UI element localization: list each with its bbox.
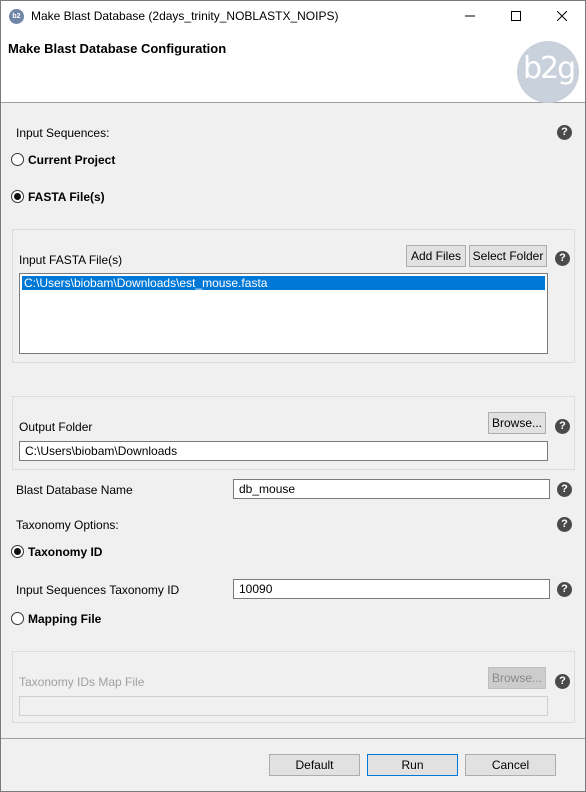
list-item[interactable]: C:\Users\biobam\Downloads\est_mouse.fast…: [22, 276, 545, 290]
seq-taxonomy-id-field[interactable]: 10090: [233, 579, 550, 599]
map-file-label: Taxonomy IDs Map File: [19, 675, 145, 689]
page-title: Make Blast Database Configuration: [8, 41, 227, 56]
maximize-button[interactable]: [493, 1, 539, 31]
fasta-files-radio[interactable]: [11, 190, 24, 203]
header-banner: Make Blast Database Configuration b2g: [1, 31, 585, 103]
minimize-button[interactable]: [447, 1, 493, 31]
input-sequences-label: Input Sequences:: [16, 126, 110, 140]
default-button[interactable]: Default: [269, 754, 360, 776]
taxonomy-id-label[interactable]: Taxonomy ID: [28, 545, 102, 559]
taxonomy-id-radio[interactable]: [11, 545, 24, 558]
cancel-button[interactable]: Cancel: [465, 754, 556, 776]
map-browse-button[interactable]: Browse...: [488, 667, 546, 689]
seq-taxonomy-id-help-icon[interactable]: ?: [557, 582, 572, 597]
fasta-files-label[interactable]: FASTA File(s): [28, 190, 105, 204]
blast-db-name-label: Blast Database Name: [16, 483, 133, 497]
title-bar[interactable]: b2 Make Blast Database (2days_trinity_NO…: [1, 1, 585, 31]
minimize-icon: [465, 15, 475, 17]
add-files-button[interactable]: Add Files: [406, 245, 466, 267]
blast-db-name-field[interactable]: db_mouse: [233, 479, 550, 499]
taxonomy-options-label: Taxonomy Options:: [16, 518, 119, 532]
blast-db-name-help-icon[interactable]: ?: [557, 482, 572, 497]
mapping-file-label[interactable]: Mapping File: [28, 612, 101, 626]
logo-text: b2g: [523, 51, 576, 86]
output-folder-label: Output Folder: [19, 420, 93, 434]
footer-divider: [1, 738, 585, 739]
seq-taxonomy-id-label: Input Sequences Taxonomy ID: [16, 583, 180, 597]
output-folder-help-icon[interactable]: ?: [555, 419, 570, 434]
current-project-radio[interactable]: [11, 153, 24, 166]
fasta-files-help-icon[interactable]: ?: [555, 251, 570, 266]
current-project-label[interactable]: Current Project: [28, 153, 115, 167]
map-file-help-icon[interactable]: ?: [555, 674, 570, 689]
run-button[interactable]: Run: [367, 754, 458, 776]
dialog-window: b2 Make Blast Database (2days_trinity_NO…: [0, 0, 586, 792]
output-folder-field[interactable]: C:\Users\biobam\Downloads: [19, 441, 548, 461]
map-file-field[interactable]: [19, 696, 548, 716]
select-folder-button[interactable]: Select Folder: [469, 245, 547, 267]
fasta-file-list[interactable]: C:\Users\biobam\Downloads\est_mouse.fast…: [19, 273, 548, 354]
input-fasta-label: Input FASTA File(s): [19, 253, 123, 267]
maximize-icon: [511, 11, 521, 21]
close-button[interactable]: [539, 1, 585, 31]
mapping-file-radio[interactable]: [11, 612, 24, 625]
output-browse-button[interactable]: Browse...: [488, 412, 546, 434]
b2g-logo: b2g: [517, 41, 579, 103]
taxonomy-options-help-icon[interactable]: ?: [557, 517, 572, 532]
b2g-app-icon: b2: [9, 9, 24, 24]
close-icon: [557, 11, 567, 21]
window-title: Make Blast Database (2days_trinity_NOBLA…: [31, 9, 339, 23]
input-sequences-help-icon[interactable]: ?: [557, 125, 572, 140]
